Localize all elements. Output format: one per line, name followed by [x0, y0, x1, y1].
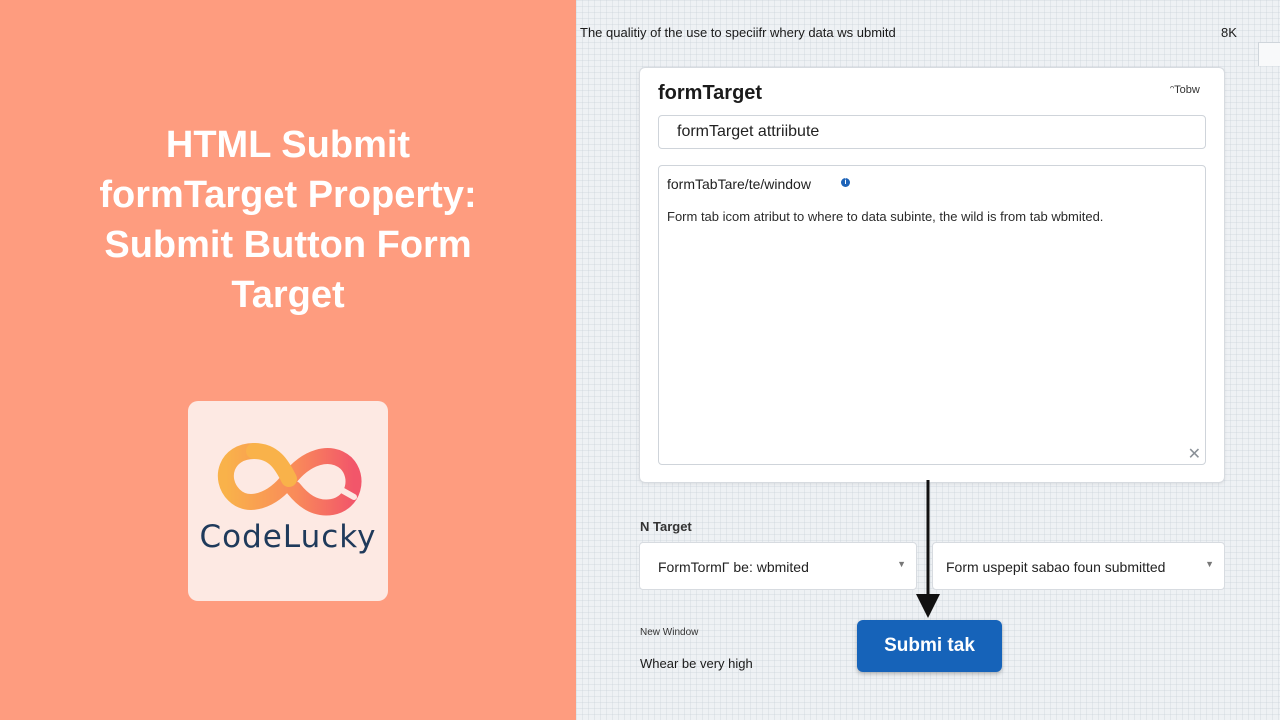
hero-title-line-4: Target: [231, 274, 345, 316]
submit-button[interactable]: Submi tak: [857, 620, 1002, 672]
close-icon[interactable]: ✕: [1188, 447, 1201, 463]
logo-card: CodeLucky: [188, 401, 388, 601]
card-title: formTarget: [658, 82, 763, 104]
top-size-label: 8K: [1221, 25, 1237, 40]
target-select-2-value: Form uspepit sabao foun submitted: [946, 559, 1166, 575]
high-label: Whear be very high: [640, 656, 753, 671]
form-target-card: formTarget ᵔTobw formTabTare/te/window i…: [639, 67, 1225, 483]
hero-title-line-3: Submit Button Form: [104, 224, 472, 266]
infinity-logo-icon: [217, 443, 362, 516]
card-tab-label[interactable]: ᵔTobw: [1170, 84, 1200, 96]
textarea-label: formTabTare/te/window: [667, 176, 811, 192]
attribute-input[interactable]: [658, 115, 1206, 149]
top-caption: The qualitiy of the use to speciifr wher…: [580, 25, 896, 40]
textarea-body: Form tab icom atribut to where to data s…: [667, 209, 1104, 224]
target-select-1[interactable]: FormTormΓ be: wbmited ▼: [639, 542, 917, 590]
chevron-down-icon: ▼: [897, 559, 906, 569]
logo-text: CodeLucky: [199, 519, 377, 555]
target-label: N Target: [640, 519, 692, 534]
hero-title-line-2: formTarget Property:: [99, 174, 477, 216]
hero-title-line-1: HTML Submit: [165, 124, 411, 166]
chevron-down-icon: ▼: [1205, 559, 1214, 569]
info-icon[interactable]: i: [841, 178, 850, 187]
left-banner: HTML Submit formTarget Property: Submit …: [0, 0, 576, 720]
right-content: The qualitiy of the use to speciifr wher…: [576, 0, 1280, 720]
target-select-2[interactable]: Form uspepit sabao foun submitted ▼: [932, 542, 1225, 590]
new-window-label: New Window: [640, 627, 699, 638]
top-tab-edge[interactable]: [1258, 42, 1280, 66]
target-select-1-value: FormTormΓ be: wbmited: [658, 559, 809, 575]
hero-title: HTML Submit formTarget Property: Submit …: [40, 120, 536, 320]
description-textarea[interactable]: formTabTare/te/window i Form tab icom at…: [658, 165, 1206, 465]
